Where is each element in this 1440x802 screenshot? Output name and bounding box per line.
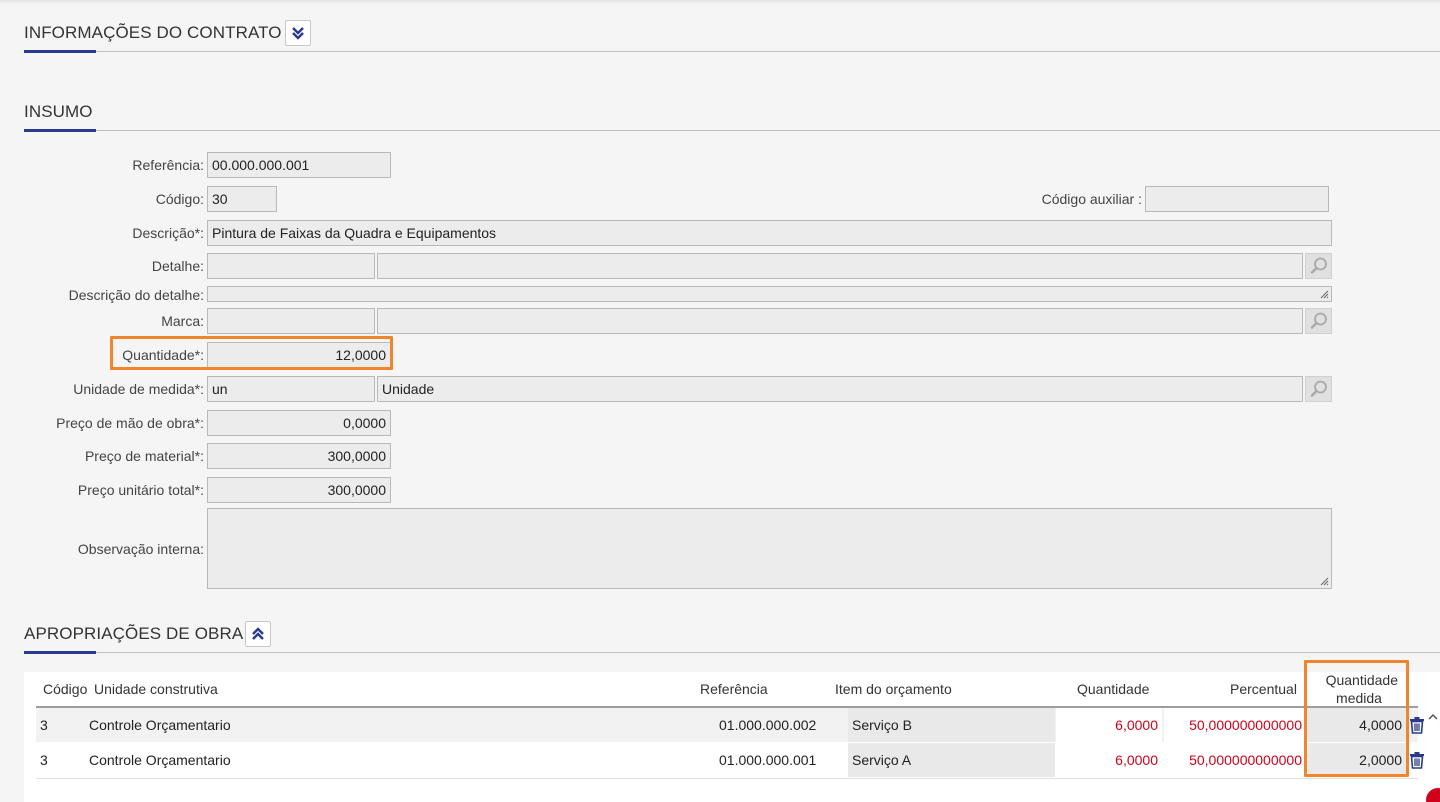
cell-referencia: 01.000.000.002 — [719, 717, 817, 733]
section-apropriacoes: APROPRIAÇÕES DE OBRA — [24, 621, 1440, 654]
section-title-insumo: INSUMO — [24, 102, 93, 121]
top-shadow — [0, 0, 1440, 4]
header-quantidade-medida-line2: medida — [1336, 690, 1382, 706]
descricao-detalhe-label: Descrição do detalhe: — [68, 287, 204, 303]
detalhe-label: Detalhe: — [151, 258, 204, 274]
header-quantidade-medida[interactable]: Quantidade medida — [1320, 671, 1398, 707]
preco-mao-obra-label: Preço de mão de obra*: — [56, 415, 204, 431]
resize-grip-icon[interactable] — [1319, 576, 1329, 586]
magnifier-icon — [1310, 380, 1327, 397]
double-chevron-down-icon — [292, 27, 304, 40]
codigo-auxiliar-label: Código auxiliar : — [1041, 191, 1142, 207]
table-bottom-border — [36, 778, 1418, 779]
apropriacoes-table: Código Unidade construtiva Referência It… — [24, 672, 1440, 802]
detalhe-name-field[interactable] — [377, 253, 1303, 279]
codigo-label: Código: — [155, 191, 204, 207]
detalhe-code-field[interactable] — [207, 253, 375, 279]
section-insumo: INSUMO — [24, 101, 1440, 132]
cell-percentual: 50,000000000000 — [1164, 708, 1306, 742]
marca-search-button[interactable] — [1305, 308, 1332, 334]
detalhe-search-button[interactable] — [1305, 253, 1332, 279]
cell-quantidade: 6,0000 — [1115, 752, 1158, 768]
descricao-field[interactable]: Pintura de Faixas da Quadra e Equipament… — [207, 220, 1332, 246]
cell-quantidade-medida[interactable]: 4,0000 — [1308, 708, 1406, 742]
section-contract-info: INFORMAÇÕES DO CONTRATO — [24, 20, 1440, 53]
marca-code-field[interactable] — [207, 308, 375, 334]
quantidade-field[interactable]: 12,0000 — [207, 342, 391, 368]
preco-unitario-total-field[interactable]: 300,0000 — [207, 477, 391, 503]
cell-item: Serviço A — [848, 743, 1055, 777]
observacao-interna-label: Observação interna: — [77, 541, 204, 557]
section-accent — [24, 50, 96, 53]
cell-item: Serviço B — [848, 708, 1055, 742]
section-rule — [24, 652, 1440, 653]
magnifier-icon — [1310, 257, 1327, 274]
cell-codigo: 3 — [40, 717, 48, 733]
scroll-up-icon[interactable] — [1428, 712, 1438, 722]
quantidade-label: Quantidade*: — [122, 347, 204, 363]
preco-material-label: Preço de material*: — [84, 448, 204, 464]
magnifier-icon — [1310, 312, 1327, 329]
cell-referencia: 01.000.000.001 — [719, 752, 817, 768]
header-referencia[interactable]: Referência — [700, 680, 768, 698]
cell-percentual: 50,000000000000 — [1189, 752, 1302, 768]
section-title-apropriacoes: APROPRIAÇÕES DE OBRA — [24, 624, 244, 643]
expand-contract-info-button[interactable] — [285, 20, 311, 46]
unidade-medida-name-field[interactable]: Unidade — [377, 376, 1303, 402]
header-unidade-construtiva[interactable]: Unidade construtiva — [94, 680, 218, 698]
cell-quantidade-medida[interactable]: 2,0000 — [1308, 743, 1406, 777]
section-rule — [24, 130, 1440, 131]
unidade-medida-code-field[interactable]: un — [207, 376, 375, 402]
unidade-medida-label: Unidade de medida*: — [73, 381, 204, 397]
section-accent — [24, 651, 96, 654]
header-item-orcamento[interactable]: Item do orçamento — [835, 680, 952, 698]
cell-codigo: 3 — [40, 752, 48, 768]
codigo-auxiliar-field[interactable] — [1145, 186, 1329, 212]
cell-unidade: Controle Orçamentario — [89, 752, 231, 768]
table-row[interactable]: 3 Controle Orçamentario 01.000.000.001 S… — [36, 743, 1424, 777]
cell-quantidade: 6,0000 — [1056, 708, 1162, 742]
header-quantidade-medida-line1: Quantidade — [1325, 672, 1398, 688]
preco-unitario-total-label: Preço unitário total*: — [77, 482, 204, 498]
marca-label: Marca: — [161, 313, 204, 329]
collapse-apropriacoes-button[interactable] — [245, 621, 271, 647]
section-title-contract-info: INFORMAÇÕES DO CONTRATO — [24, 23, 282, 42]
trash-icon[interactable] — [1408, 716, 1426, 734]
header-percentual[interactable]: Percentual — [1230, 680, 1297, 698]
table-row[interactable]: 3 Controle Orçamentario 01.000.000.002 S… — [36, 708, 1424, 742]
preco-mao-obra-field[interactable]: 0,0000 — [207, 410, 391, 436]
marca-name-field[interactable] — [377, 308, 1303, 334]
unidade-medida-search-button[interactable] — [1305, 376, 1332, 402]
header-quantidade[interactable]: Quantidade — [1077, 680, 1149, 698]
trash-icon[interactable] — [1408, 751, 1426, 769]
descricao-detalhe-textarea[interactable] — [207, 286, 1332, 302]
descricao-label: Descrição*: — [132, 225, 204, 241]
header-codigo[interactable]: Código — [43, 680, 87, 698]
cell-unidade: Controle Orçamentario — [89, 717, 231, 733]
resize-grip-icon[interactable] — [1319, 289, 1329, 299]
double-chevron-up-icon — [252, 627, 264, 640]
referencia-field[interactable]: 00.000.000.001 — [207, 152, 391, 178]
referencia-label: Referência: — [132, 157, 204, 173]
codigo-field[interactable]: 30 — [207, 186, 277, 212]
observacao-interna-textarea[interactable] — [207, 508, 1332, 589]
preco-material-field[interactable]: 300,0000 — [207, 443, 391, 469]
section-rule — [24, 51, 1440, 52]
section-accent — [24, 129, 96, 132]
